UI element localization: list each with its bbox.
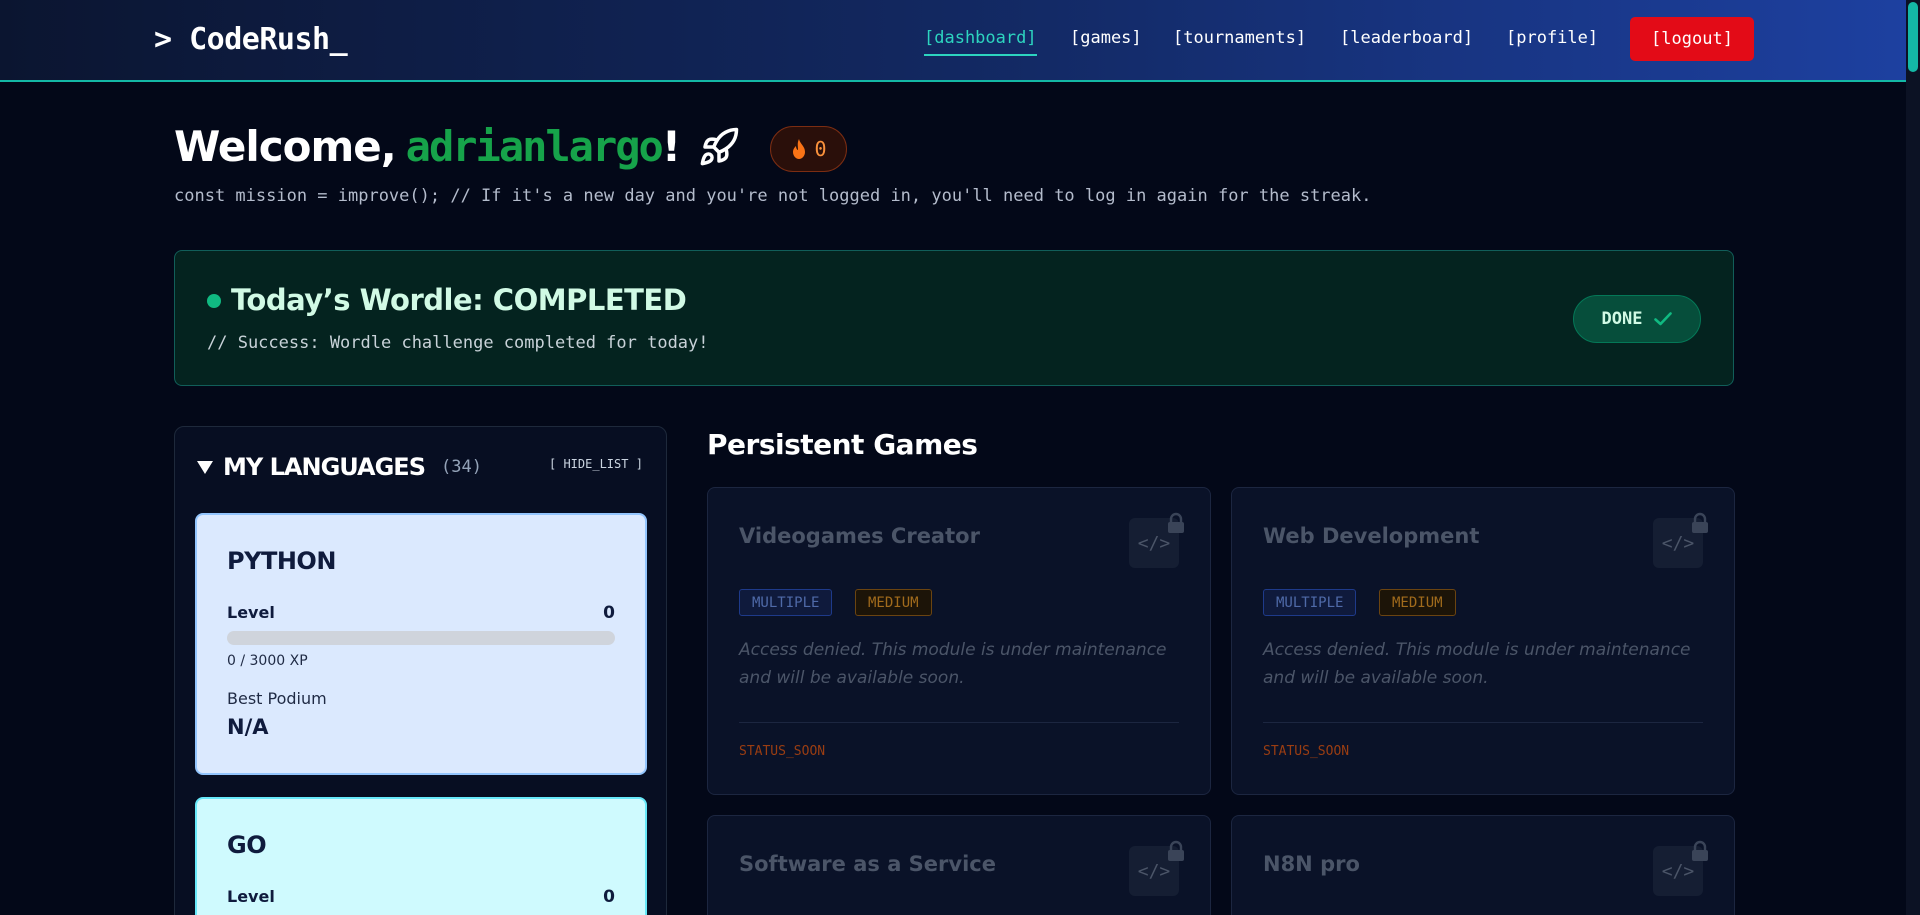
collapse-triangle-icon[interactable] <box>197 460 213 474</box>
game-title: Web Development <box>1263 524 1480 548</box>
app-logo[interactable]: > CodeRush_ <box>154 22 348 57</box>
streak-count: 0 <box>814 137 827 161</box>
page-scrollbar[interactable] <box>1906 0 1920 915</box>
nav-profile[interactable]: [profile] <box>1506 28 1598 48</box>
xp-progress-bar <box>227 631 615 645</box>
welcome-suffix: ! <box>661 122 681 171</box>
game-description: Access denied. This module is under main… <box>739 640 1167 688</box>
top-nav-bar: > CodeRush_ [dashboard] [games] [tournam… <box>0 0 1906 82</box>
logout-button[interactable]: [logout] <box>1630 17 1754 61</box>
level-value: 0 <box>603 887 615 907</box>
level-value: 0 <box>603 603 615 623</box>
welcome-heading: Welcome, adrianlargo ! <box>174 122 740 171</box>
language-name: PYTHON <box>227 547 336 575</box>
flame-icon <box>793 139 806 159</box>
status-dot-icon <box>207 294 221 308</box>
wordle-done-button[interactable]: DONE <box>1573 295 1701 343</box>
wordle-status-banner: Today’s Wordle: COMPLETED // Success: Wo… <box>174 250 1734 386</box>
level-label: Level <box>227 603 275 622</box>
welcome-prefix: Welcome, <box>174 122 397 171</box>
lock-icon <box>1692 512 1708 533</box>
card-divider <box>1263 722 1703 723</box>
lock-icon <box>1692 840 1708 861</box>
lock-icon <box>1168 840 1184 861</box>
best-podium-label: Best Podium <box>227 689 327 708</box>
game-card-n8n-pro[interactable]: N8N pro </> <box>1231 815 1735 915</box>
done-label: DONE <box>1601 309 1643 329</box>
username: adrianlargo <box>405 122 664 171</box>
check-icon <box>1654 312 1673 326</box>
difficulty-tag: MEDIUM <box>855 589 932 616</box>
nav-leaderboard[interactable]: [leaderboard] <box>1340 28 1473 48</box>
streak-badge: 0 <box>770 126 847 172</box>
hide-list-button[interactable]: [ HIDE_LIST ] <box>549 457 643 471</box>
player-mode-tag: MULTIPLE <box>1263 589 1357 616</box>
nav-tournaments[interactable]: [tournaments] <box>1173 28 1306 48</box>
nav-dashboard[interactable]: [dashboard] <box>924 28 1037 56</box>
game-title: Software as a Service <box>739 852 996 876</box>
player-mode-tag: MULTIPLE <box>739 589 833 616</box>
language-card-go[interactable]: GO Level 0 <box>195 797 647 915</box>
game-title: Videogames Creator <box>739 524 980 548</box>
game-card-videogames-creator[interactable]: Videogames Creator </> MULTIPLE MEDIUM A… <box>707 487 1211 795</box>
game-status: STATUS_SOON <box>1263 744 1350 759</box>
languages-title: MY LANGUAGES <box>223 453 426 481</box>
game-status: STATUS_SOON <box>739 744 826 759</box>
persistent-games-title: Persistent Games <box>707 428 978 461</box>
my-languages-panel: MY LANGUAGES (34) [ HIDE_LIST ] PYTHON L… <box>174 426 667 915</box>
lock-icon <box>1168 512 1184 533</box>
languages-count: (34) <box>440 457 482 477</box>
best-podium-value: N/A <box>227 715 269 739</box>
game-card-software-as-a-service[interactable]: Software as a Service </> <box>707 815 1211 915</box>
difficulty-tag: MEDIUM <box>1379 589 1456 616</box>
level-label: Level <box>227 887 275 906</box>
xp-text: 0 / 3000 XP <box>227 653 308 669</box>
languages-header[interactable]: MY LANGUAGES (34) <box>197 453 482 481</box>
language-name: GO <box>227 831 267 859</box>
game-title: N8N pro <box>1263 852 1360 876</box>
mission-text: const mission = improve(); // If it's a … <box>174 186 1372 206</box>
card-divider <box>739 722 1179 723</box>
wordle-title: Today’s Wordle: COMPLETED <box>231 283 687 317</box>
language-card-python[interactable]: PYTHON Level 0 0 / 3000 XP Best Podium N… <box>195 513 647 775</box>
scrollbar-thumb[interactable] <box>1908 2 1918 72</box>
nav-games[interactable]: [games] <box>1070 28 1142 48</box>
game-description: Access denied. This module is under main… <box>1263 640 1691 688</box>
rocket-icon <box>700 127 739 165</box>
game-card-web-development[interactable]: Web Development </> MULTIPLE MEDIUM Acce… <box>1231 487 1735 795</box>
wordle-subtitle: // Success: Wordle challenge completed f… <box>207 333 709 353</box>
